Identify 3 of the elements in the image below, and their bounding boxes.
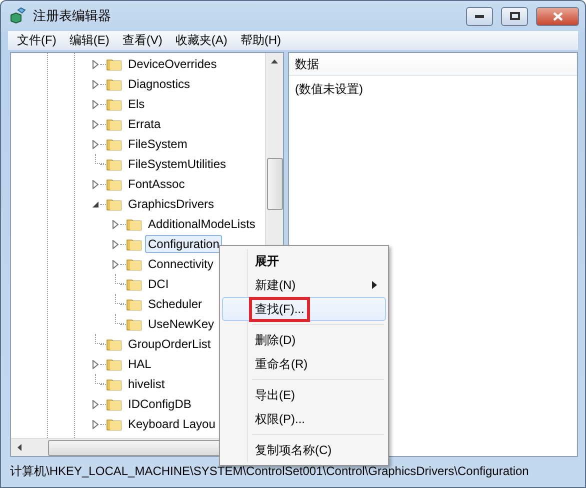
window-title: 注册表编辑器: [33, 7, 112, 25]
status-path: 计算机\HKEY_LOCAL_MACHINE\SYSTEM\ControlSet001\Control\GraphicsDrivers\Configuration: [10, 462, 529, 480]
value-data: (数值未设置): [294, 81, 364, 98]
